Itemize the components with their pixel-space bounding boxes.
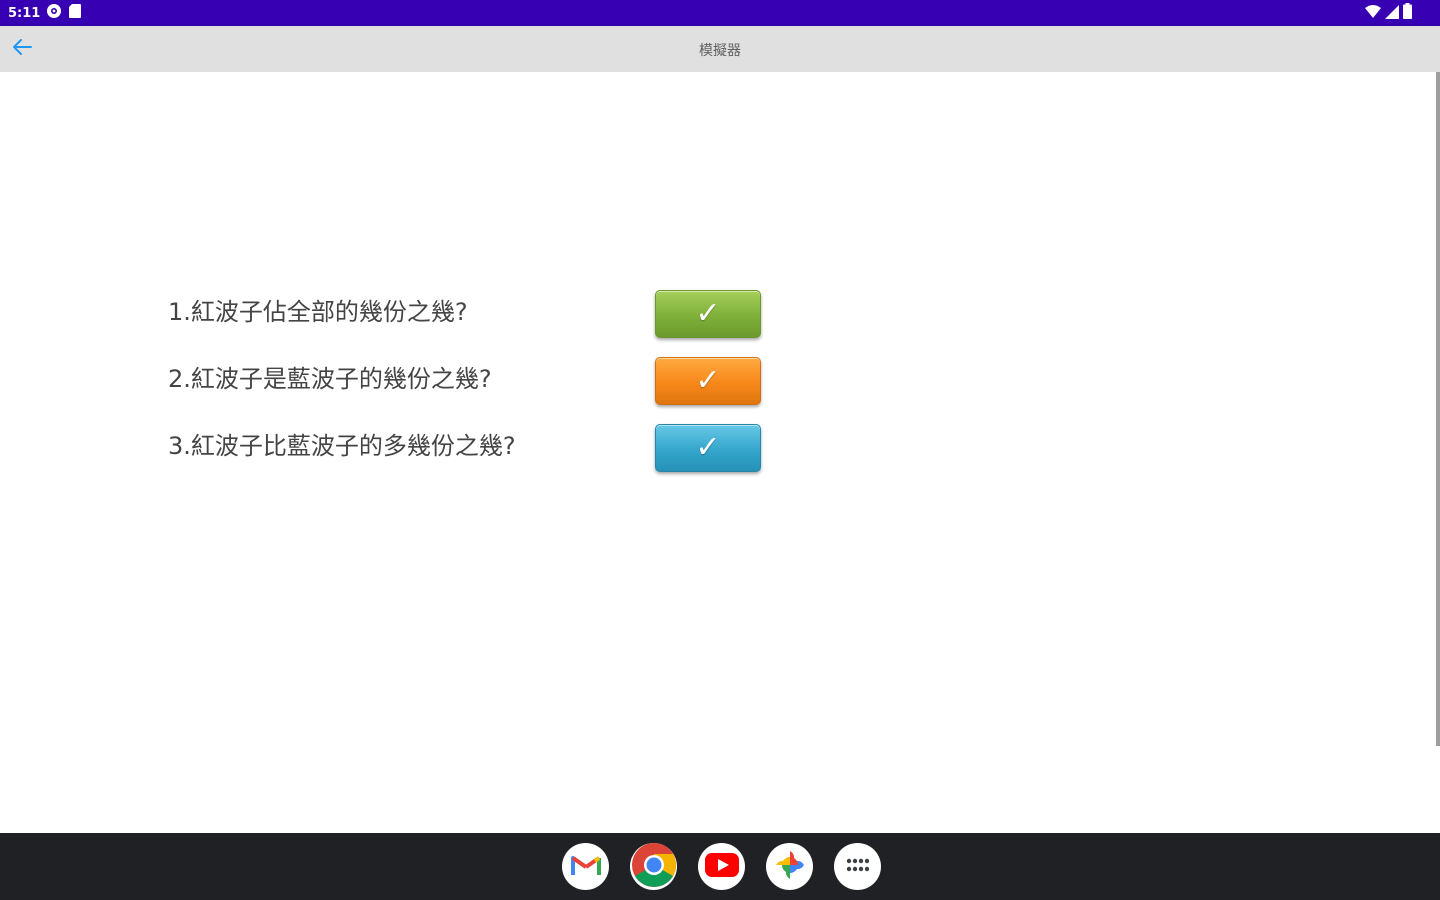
check-icon: ✓ [695, 430, 721, 465]
gmail-app-button[interactable] [562, 843, 609, 890]
youtube-app-button[interactable] [698, 843, 745, 890]
question-3-text: 3.紅波子比藍波子的多幾份之幾? [168, 432, 516, 460]
taskbar [0, 833, 1440, 900]
app-bar: 模擬器 [0, 26, 1440, 72]
chrome-icon [631, 842, 677, 892]
status-bar: 5:11 [0, 0, 1440, 26]
photos-app-button[interactable] [766, 843, 813, 890]
status-right [1365, 3, 1412, 23]
gmail-icon [570, 853, 601, 881]
question-1-text: 1.紅波子佔全部的幾份之幾? [168, 298, 468, 326]
app-launcher-icon [846, 857, 870, 877]
question-2-text: 2.紅波子是藍波子的幾份之幾? [168, 365, 492, 393]
question-2-button[interactable]: ✓ [655, 357, 761, 405]
question-1-button[interactable]: ✓ [655, 290, 761, 338]
app-dock [562, 842, 881, 892]
status-left: 5:11 [8, 4, 82, 22]
youtube-icon [704, 852, 739, 881]
scrollbar[interactable] [1436, 72, 1440, 746]
check-icon: ✓ [695, 296, 721, 331]
settings-status-icon [46, 3, 62, 23]
question-3-button[interactable]: ✓ [655, 424, 761, 472]
status-time: 5:11 [8, 5, 41, 21]
check-icon: ✓ [695, 363, 721, 398]
wifi-icon [1365, 4, 1381, 23]
app-launcher-button[interactable] [834, 843, 881, 890]
chrome-app-button[interactable] [630, 842, 677, 892]
cellular-signal-icon [1385, 4, 1399, 23]
page-title: 模擬器 [699, 43, 741, 59]
sd-card-icon [68, 3, 82, 23]
battery-icon [1403, 3, 1412, 23]
photos-icon [773, 848, 807, 886]
